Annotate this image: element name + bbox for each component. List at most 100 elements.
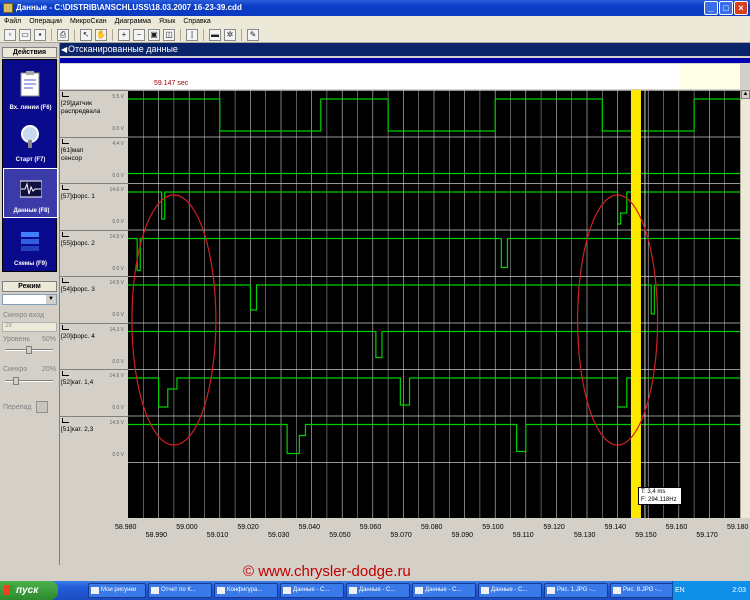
taskbar-button[interactable]: Конфигура... [214, 583, 278, 598]
close-button[interactable]: × [734, 1, 748, 15]
channel-row[interactable]: 14.3 V [20]форс. 4 0.0 V [60, 322, 128, 369]
vertical-scrollbar[interactable]: ▲ ▼ [740, 90, 750, 561]
x-tick-label: 59.020 [237, 524, 259, 531]
action-start[interactable]: Старт (F7) [3, 116, 58, 166]
sync-label: Синхро [3, 366, 28, 373]
clock: 2:03 [732, 587, 746, 594]
window-icon [283, 587, 291, 594]
zoom-out-icon[interactable]: − [133, 28, 145, 41]
channel-marker-icon [62, 278, 69, 283]
sync-input-select[interactable]: 29 [2, 322, 57, 332]
taskbar-button-label: Рис. 8.JPG -... [623, 587, 663, 593]
language-indicator[interactable]: EN [675, 581, 685, 600]
channel-vmin: 0.0 V [112, 451, 124, 458]
stack-icon [21, 232, 39, 251]
monitor-icon[interactable]: ▬ [209, 28, 221, 41]
save-icon[interactable]: ▪ [34, 28, 46, 41]
menu-microscan[interactable]: МикроСкан [66, 16, 111, 27]
main-header: ◀ Отсканированные данные [60, 43, 750, 56]
taskbar-button[interactable]: Рис. 1.JPG -... [544, 583, 608, 598]
x-tick-label: 59.090 [451, 532, 474, 539]
taskbar-button-label: Данные - С... [491, 587, 528, 593]
zoom-fit-icon[interactable]: ▣ [148, 28, 160, 41]
header-divider [60, 58, 750, 63]
taskbar-button-label: Данные - С... [425, 587, 462, 593]
scroll-up-icon[interactable]: ▲ [741, 90, 750, 99]
minimize-button[interactable]: _ [704, 1, 718, 15]
windows-flag-icon [4, 585, 14, 595]
actions-panel: Вх. линии (F6) Старт (F7) Данные (F8) Сх… [2, 59, 58, 272]
taskbar-button-label: Данные - С... [359, 587, 396, 593]
menu-diagram[interactable]: Диаграмма [111, 16, 155, 27]
channel-name: [54]форс. 3 [61, 286, 95, 293]
title-bar: Данные - C:\DISTRIB\ANSCHLUSS\18.03.2007… [0, 0, 750, 16]
action-schemes[interactable]: Схемы (F9) [3, 220, 58, 270]
taskbar-button[interactable]: Отчет по К... [148, 583, 212, 598]
cursor-measure-icon[interactable]: | [186, 28, 198, 41]
channel-row[interactable]: 14.6 V [57]форс. 1 0.0 V [60, 183, 128, 229]
taskbar-button-label: Конфигура... [227, 587, 263, 593]
watermark: © www.chrysler-dodge.ru [243, 563, 411, 580]
menu-operations[interactable]: Операции [25, 16, 66, 27]
mode-select[interactable]: ▼ [2, 294, 57, 305]
settings-icon[interactable]: ✲ [224, 28, 236, 41]
level-label: Уровень [3, 336, 30, 343]
action-data[interactable]: Данные (F8) [3, 168, 58, 218]
channel-vmax: 5.5 V [112, 94, 124, 100]
window-icon [349, 587, 357, 594]
channel-vmax: 14.5 V [109, 419, 124, 426]
x-tick-label: 59.170 [696, 532, 718, 539]
channel-name: [20]форс. 4 [61, 332, 95, 340]
channel-row[interactable]: 5.5 V [29]датчик распредвала 0.0 V [60, 90, 128, 136]
hand-icon[interactable]: ✋ [95, 28, 107, 41]
taskbar-button[interactable]: Мои рисунки [88, 583, 146, 598]
cursor-info-box: T: 3,4 ms F: 294.118Hz [638, 487, 682, 505]
channel-vmax: 4.4 V [112, 140, 124, 147]
mode-title: Режим [2, 281, 57, 292]
window-icon [217, 587, 225, 594]
clipboard-icon [20, 71, 40, 97]
sync-slider-thumb[interactable] [13, 377, 20, 385]
pointer-icon[interactable]: ↖ [80, 28, 92, 41]
level-slider-thumb[interactable] [26, 346, 32, 354]
menu-help[interactable]: Справка [179, 16, 214, 27]
window-title: Данные - C:\DISTRIB\ANSCHLUSS\18.03.2007… [16, 3, 242, 12]
zoom-in-icon[interactable]: + [118, 28, 130, 41]
channel-row[interactable]: 14.5 V [55]форс. 2 0.0 V [60, 229, 128, 276]
x-tick-label: 59.010 [206, 532, 229, 539]
window-icon [547, 587, 555, 594]
channel-vmin: 0.0 V [112, 358, 124, 365]
menu-file[interactable]: Файл [0, 16, 25, 27]
sync-slider[interactable] [5, 377, 53, 385]
channel-name: [55]форс. 2 [61, 239, 95, 247]
collapse-arrow-icon[interactable]: ◀ [61, 43, 67, 56]
system-tray: EN 2:03 [672, 581, 750, 600]
x-tick-label: 59.120 [543, 524, 565, 531]
marker-icon[interactable]: ✎ [247, 28, 259, 41]
channel-vmin: 0.0 V [112, 265, 124, 272]
taskbar-button[interactable]: Данные - С... [280, 583, 344, 598]
taskbar-button[interactable]: Данные - С... [346, 583, 410, 598]
open-folder-icon[interactable]: ▭ [19, 28, 31, 41]
taskbar-button[interactable]: Рис. 8.JPG -... [610, 583, 674, 598]
sync-value: 20% [42, 366, 57, 373]
channel-vmax: 14.3 V [109, 326, 124, 333]
channel-row[interactable]: 14.5 V [54]форс. 3 0.0 V [60, 276, 128, 322]
taskbar-button-label: Рис. 1.JPG -... [557, 587, 597, 593]
level-slider[interactable] [5, 346, 53, 354]
start-button[interactable]: пуск [0, 581, 58, 600]
taskbar-button[interactable]: Данные - С... [478, 583, 542, 598]
maximize-button[interactable]: □ [719, 1, 733, 15]
channel-row[interactable]: 14.5 V [51]кат. 2,3 0.0 V [60, 415, 128, 462]
perepad-toggle[interactable] [36, 401, 48, 413]
taskbar-button[interactable]: Данные - С... [412, 583, 476, 598]
new-file-icon[interactable]: ▫ [4, 28, 16, 41]
menu-language[interactable]: Язык [155, 16, 179, 27]
action-start-label: Старт (F7) [15, 157, 46, 163]
action-input-lines[interactable]: Вх. линии (F6) [3, 64, 58, 114]
zoom-window-icon[interactable]: ◫ [163, 28, 175, 41]
action-input-lines-label: Вх. линии (F6) [9, 105, 52, 111]
print-icon[interactable]: ⎙ [57, 28, 69, 41]
channel-row[interactable]: 14.6 V [52]кат. 1,4 0.0 V [60, 369, 128, 415]
channel-row[interactable]: 4.4 V [61]мап сенсор 0.0 V [60, 136, 128, 183]
